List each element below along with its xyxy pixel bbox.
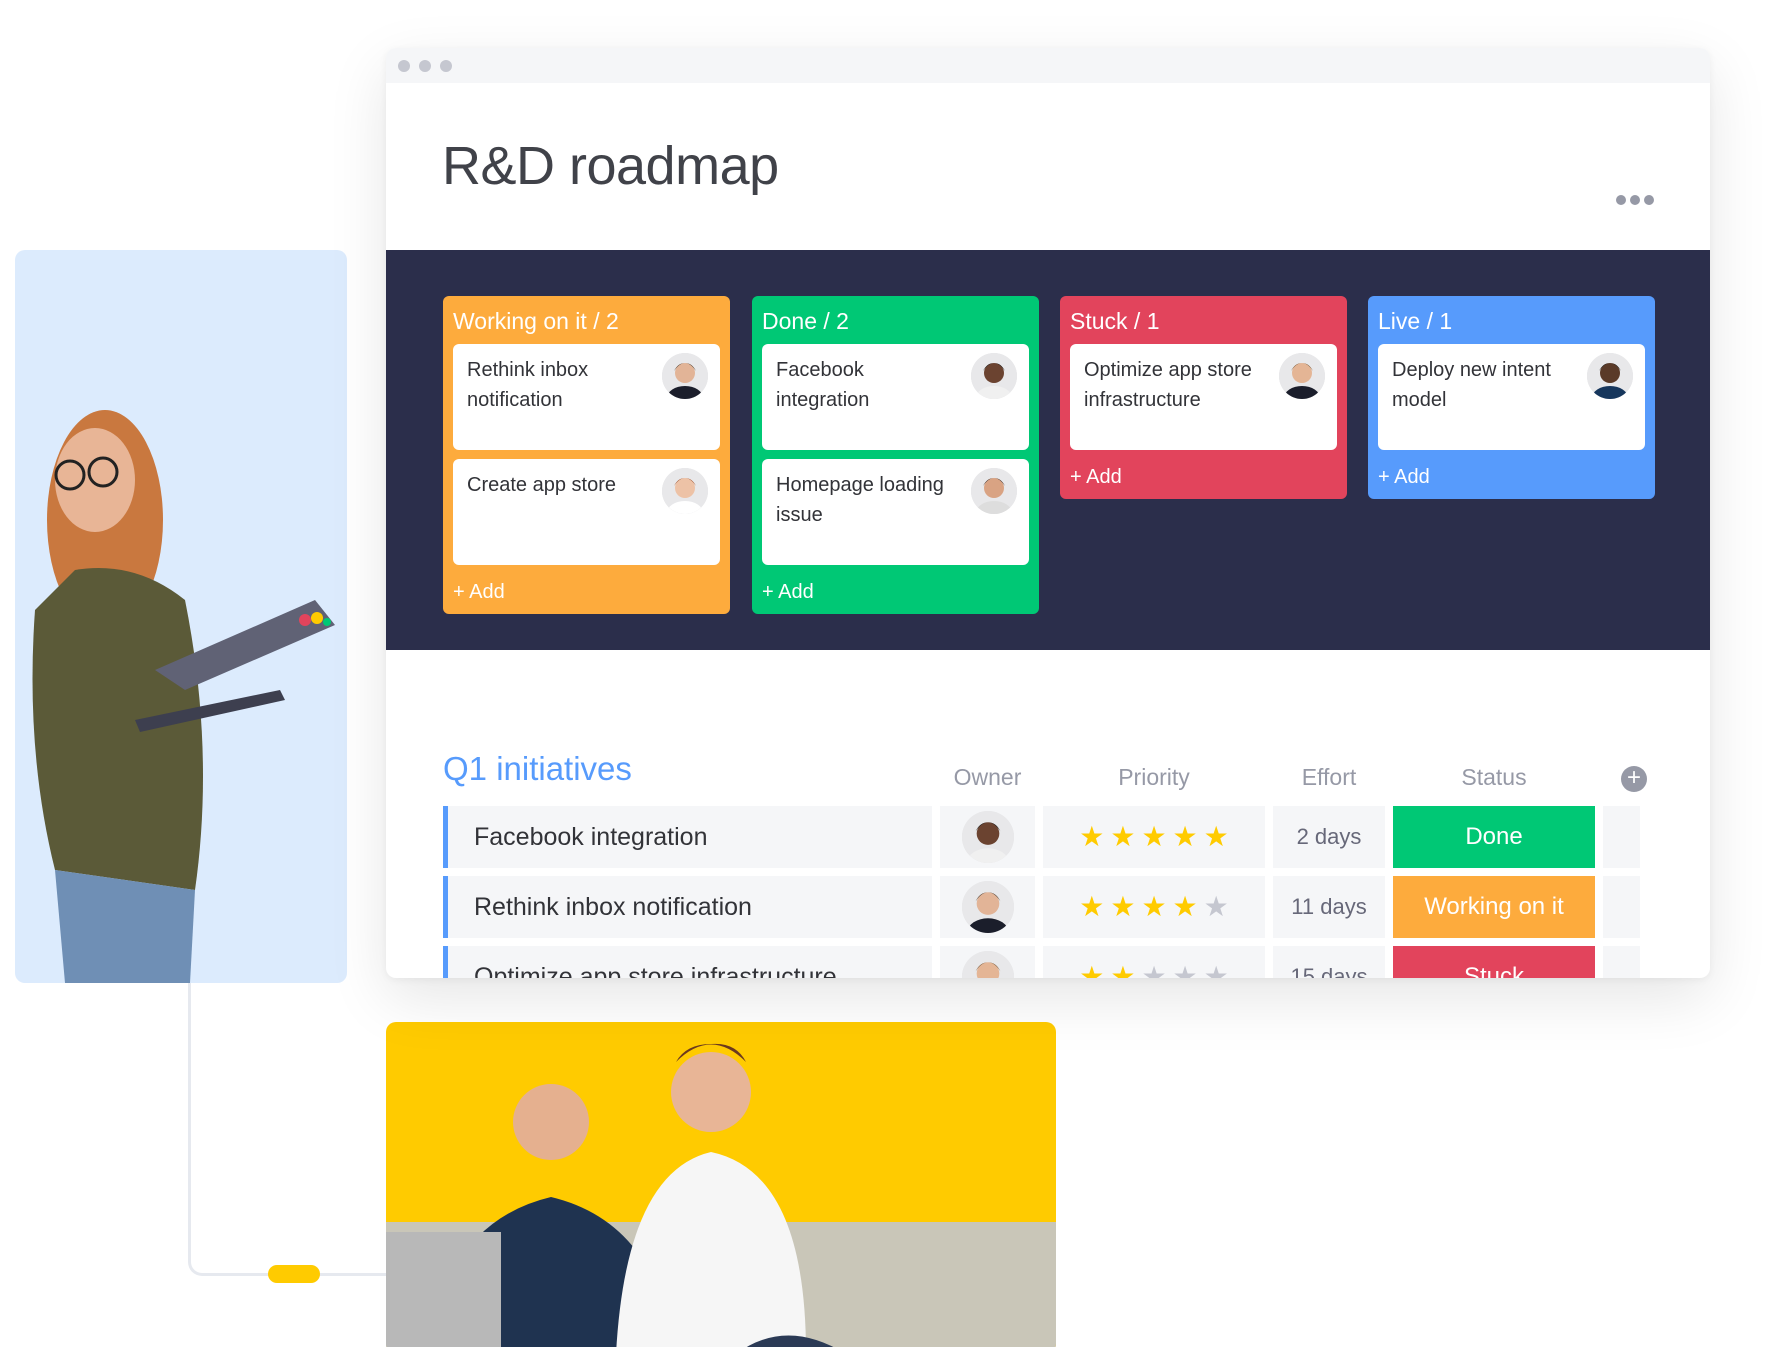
group-title[interactable]: Q1 initiatives: [443, 750, 632, 788]
table-row[interactable]: Optimize app store infrastructure ★ ★ ★ ★ ★ 1…: [443, 946, 1655, 978]
add-card-button[interactable]: + Add: [453, 574, 720, 614]
avatar[interactable]: [662, 468, 708, 514]
kanban-board: Working on it / 2 Rethink inbox notificat…: [386, 250, 1710, 650]
column-title[interactable]: Done / 2: [762, 304, 1029, 344]
column-title[interactable]: Working on it / 2: [453, 304, 720, 344]
effort-cell[interactable]: 2 days: [1273, 806, 1385, 868]
avatar[interactable]: [961, 951, 1014, 978]
status-badge[interactable]: Stuck: [1393, 946, 1595, 978]
avatar[interactable]: [662, 353, 708, 399]
column-header-status[interactable]: Status: [1393, 764, 1595, 791]
star-icon[interactable]: ★: [1110, 893, 1135, 921]
star-icon[interactable]: ★: [1079, 893, 1104, 921]
avatar[interactable]: [961, 881, 1014, 933]
priority-cell[interactable]: ★ ★ ★ ★ ★: [1043, 946, 1265, 978]
connector-dot: [268, 1265, 320, 1283]
empty-cell: [1603, 806, 1640, 868]
column-header-owner[interactable]: Owner: [940, 764, 1035, 791]
status-badge[interactable]: Working on it: [1393, 876, 1595, 938]
owner-cell[interactable]: [940, 946, 1035, 978]
card-title: Facebook integration: [776, 359, 870, 411]
kanban-card[interactable]: Homepage loading issue: [762, 459, 1029, 565]
kanban-column: Live / 1 Deploy new intent model + Add: [1368, 296, 1655, 499]
avatar[interactable]: [1587, 353, 1633, 399]
photo-woman-with-laptop: [15, 250, 347, 983]
kanban-card[interactable]: Rethink inbox notification: [453, 344, 720, 450]
window-dot-icon[interactable]: [398, 59, 410, 72]
kanban-column: Working on it / 2 Rethink inbox notificat…: [443, 296, 730, 614]
star-icon[interactable]: ★: [1204, 893, 1229, 921]
board-header: R&D roadmap: [386, 83, 1710, 250]
card-title: Homepage loading issue: [776, 474, 944, 526]
column-title[interactable]: Live / 1: [1378, 304, 1645, 344]
star-icon[interactable]: ★: [1079, 823, 1104, 851]
card-title: Optimize app store infrastructure: [1084, 359, 1252, 411]
column-title[interactable]: Stuck / 1: [1070, 304, 1337, 344]
kanban-column: Stuck / 1 Optimize app store infrastructu…: [1060, 296, 1347, 499]
avatar[interactable]: [961, 811, 1014, 863]
table-row[interactable]: Rethink inbox notification ★ ★ ★ ★ ★ 11 days W…: [443, 876, 1655, 938]
empty-cell: [1603, 876, 1640, 938]
priority-cell[interactable]: ★ ★ ★ ★ ★: [1043, 806, 1265, 868]
table-row[interactable]: Facebook integration ★ ★ ★ ★ ★ 2 days Done: [443, 806, 1655, 868]
owner-cell[interactable]: [940, 806, 1035, 868]
effort-cell[interactable]: 15 days: [1273, 946, 1385, 978]
photo-two-men-at-laptop: [386, 1022, 1056, 1347]
owner-cell[interactable]: [940, 876, 1035, 938]
star-icon[interactable]: ★: [1204, 823, 1229, 851]
status-badge[interactable]: Done: [1393, 806, 1595, 868]
connector-line: [188, 980, 388, 1276]
star-icon[interactable]: ★: [1204, 963, 1229, 979]
two-men-illustration: [386, 1043, 1056, 1347]
item-name-cell[interactable]: Rethink inbox notification: [443, 876, 932, 938]
avatar[interactable]: [1279, 353, 1325, 399]
card-title: Create app store: [467, 474, 616, 496]
kanban-card[interactable]: Optimize app store infrastructure: [1070, 344, 1337, 450]
column-header-effort[interactable]: Effort: [1273, 764, 1385, 791]
star-icon[interactable]: ★: [1110, 823, 1135, 851]
effort-cell[interactable]: 11 days: [1273, 876, 1385, 938]
card-title: Deploy new intent model: [1392, 359, 1551, 411]
add-card-button[interactable]: + Add: [762, 574, 1029, 614]
page-title: R&D roadmap: [442, 136, 779, 196]
kanban-card[interactable]: Facebook integration: [762, 344, 1029, 450]
star-icon[interactable]: ★: [1141, 893, 1166, 921]
item-name-cell[interactable]: Optimize app store infrastructure: [443, 946, 932, 978]
star-icon[interactable]: ★: [1079, 963, 1104, 979]
add-card-button[interactable]: + Add: [1070, 459, 1337, 499]
add-card-button[interactable]: + Add: [1378, 459, 1645, 499]
priority-cell[interactable]: ★ ★ ★ ★ ★: [1043, 876, 1265, 938]
avatar[interactable]: [971, 353, 1017, 399]
kanban-column: Done / 2 Facebook integration Homepage lo…: [752, 296, 1039, 614]
star-icon[interactable]: ★: [1141, 823, 1166, 851]
column-header-priority[interactable]: Priority: [1043, 764, 1265, 791]
window-dot-icon[interactable]: [440, 59, 452, 72]
star-icon[interactable]: ★: [1173, 963, 1198, 979]
window-dot-icon[interactable]: [419, 59, 431, 72]
board-window: R&D roadmap Working on it / 2 Rethink inb…: [386, 48, 1710, 978]
empty-cell: [1603, 946, 1640, 978]
star-icon[interactable]: ★: [1173, 893, 1198, 921]
star-icon[interactable]: ★: [1173, 823, 1198, 851]
star-icon[interactable]: ★: [1110, 963, 1135, 979]
star-icon[interactable]: ★: [1141, 963, 1166, 979]
item-name-cell[interactable]: Facebook integration: [443, 806, 932, 868]
woman-illustration: [32, 410, 335, 983]
plus-circle-icon[interactable]: +: [1621, 766, 1647, 792]
avatar[interactable]: [971, 468, 1017, 514]
kanban-card[interactable]: Create app store: [453, 459, 720, 565]
kanban-card[interactable]: Deploy new intent model: [1378, 344, 1645, 450]
card-title: Rethink inbox notification: [467, 359, 589, 411]
window-titlebar: [386, 48, 1710, 83]
more-horizontal-icon[interactable]: [1616, 195, 1654, 205]
